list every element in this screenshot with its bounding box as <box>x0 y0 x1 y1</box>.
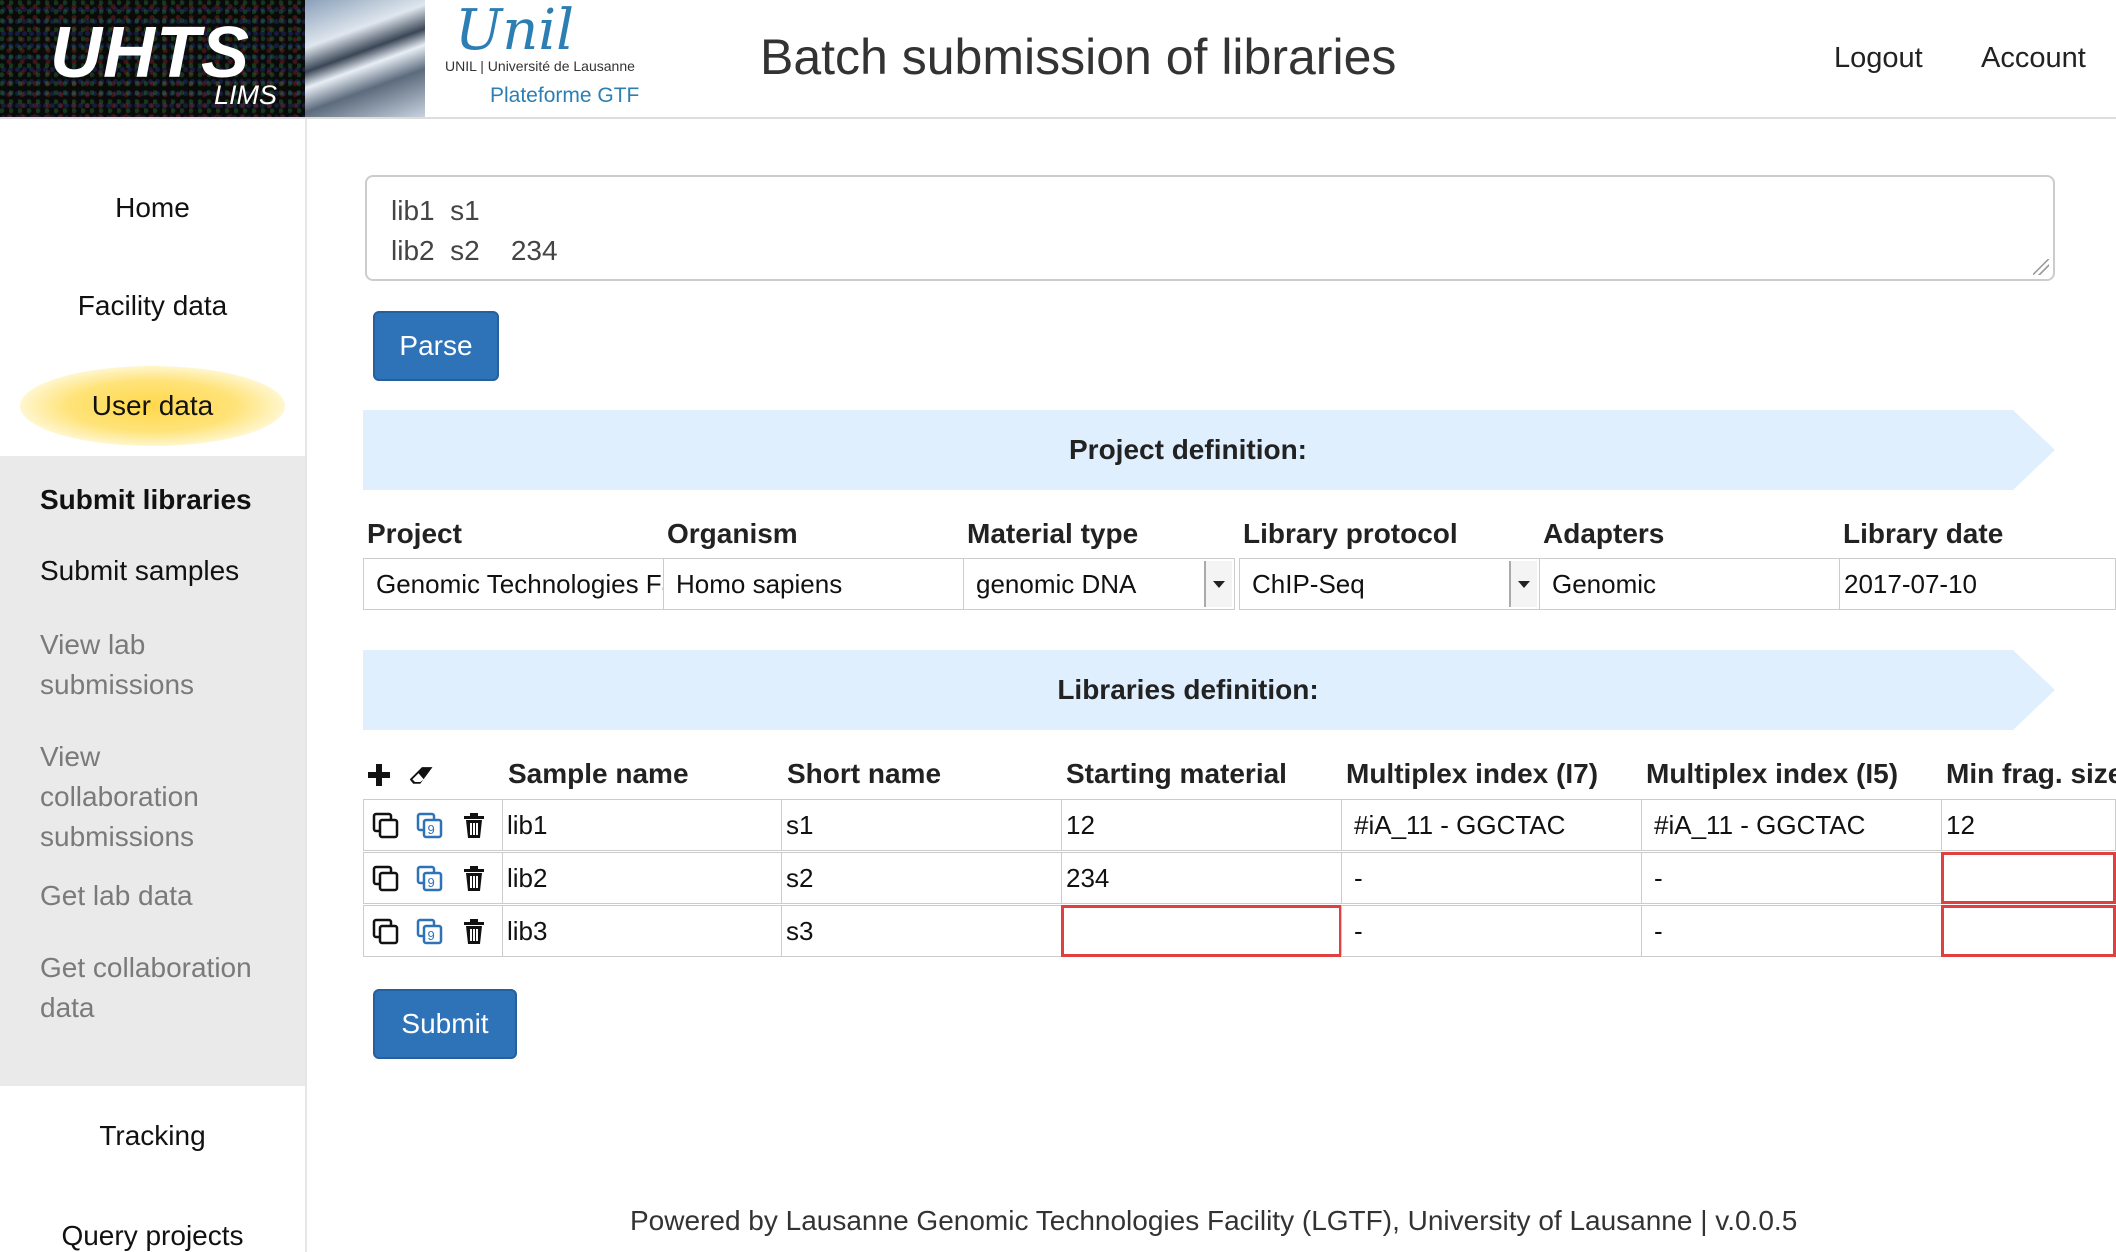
short-name-header: Short name <box>787 758 942 789</box>
trash-icon[interactable] <box>460 918 488 946</box>
short-name-cell[interactable]: s1 <box>781 799 1062 851</box>
min-frag-size-cell-invalid[interactable] <box>1941 852 2116 904</box>
subnav-submit-libraries[interactable]: Submit libraries <box>40 480 290 520</box>
project-header: Project <box>367 518 462 549</box>
trash-icon[interactable] <box>460 865 488 893</box>
dropdown-arrow-icon[interactable] <box>1509 561 1537 607</box>
material-type-header: Material type <box>967 518 1139 549</box>
min-frag-size-header: Min frag. size <box>1946 758 2116 789</box>
short-name-cell[interactable]: s2 <box>781 852 1062 904</box>
copy-icon[interactable] <box>372 918 400 946</box>
nav-user-data[interactable]: User data <box>0 356 305 456</box>
min-frag-size-cell[interactable]: 12 <box>1941 799 2116 851</box>
starting-material-header: Starting material <box>1066 758 1287 789</box>
nav-tracking[interactable]: Tracking <box>0 1120 305 1152</box>
material-type-value: genomic DNA <box>976 569 1137 599</box>
account-link[interactable]: Account <box>1981 42 2086 75</box>
footer: Powered by Lausanne Genomic Technologies… <box>630 1205 1798 1236</box>
sample-name-cell[interactable]: lib1 <box>502 799 782 851</box>
paste-icon[interactable]: 9 <box>416 865 444 893</box>
subnav-view-collaboration-submissions[interactable]: View collaboration submissions <box>40 737 250 857</box>
adapters-field[interactable]: Genomic <box>1539 558 1840 610</box>
logout-link[interactable]: Logout <box>1834 42 1923 75</box>
nav-user-data-label: User data <box>91 390 214 421</box>
paste-icon[interactable]: 9 <box>416 918 444 946</box>
i5-index-header: Multiplex index (I5) <box>1646 758 1899 789</box>
organism-header: Organism <box>667 518 798 549</box>
sample-name-cell[interactable]: lib3 <box>502 905 782 957</box>
i7-index-cell[interactable]: #iA_11 - GGCTAC <box>1341 799 1642 851</box>
svg-text:9: 9 <box>428 928 435 943</box>
i5-index-cell[interactable]: - <box>1641 905 1942 957</box>
row-actions: 9 <box>363 799 503 851</box>
copy-icon[interactable] <box>372 865 400 893</box>
library-date-field[interactable]: 2017-07-10 <box>1839 558 2116 610</box>
unil-script-text: Unil <box>455 0 575 63</box>
resize-handle-icon[interactable] <box>2033 259 2049 275</box>
unil-logo[interactable]: Unil UNIL | Université de Lausanne Plate… <box>440 0 650 117</box>
subnav-view-lab-submissions[interactable]: View lab submissions <box>40 625 290 705</box>
plus-icon[interactable] <box>365 761 393 789</box>
svg-text:9: 9 <box>428 875 435 890</box>
material-type-select[interactable]: genomic DNA <box>963 558 1235 610</box>
i7-index-header: Multiplex index (I7) <box>1346 758 1599 789</box>
batch-input-textarea[interactable]: lib1 s1 lib2 s2 234 <box>365 175 2055 281</box>
starting-material-cell-invalid[interactable] <box>1061 905 1342 957</box>
user-data-subnav: Submit libraries Submit samples View lab… <box>0 456 305 1086</box>
eraser-icon[interactable] <box>408 761 436 789</box>
copy-icon[interactable] <box>372 812 400 840</box>
starting-material-cell[interactable]: 234 <box>1061 852 1342 904</box>
sample-name-cell[interactable]: lib2 <box>502 852 782 904</box>
nav-home[interactable]: Home <box>0 192 305 224</box>
row-actions: 9 <box>363 852 503 904</box>
submit-button[interactable]: Submit <box>373 989 517 1059</box>
library-date-header: Library date <box>1843 518 2004 549</box>
row-actions: 9 <box>363 905 503 957</box>
i7-index-cell[interactable]: - <box>1341 905 1642 957</box>
sidebar: Home Facility data User data Submit libr… <box>0 119 307 1252</box>
nav-query-projects[interactable]: Query projects <box>0 1220 305 1252</box>
paste-icon[interactable]: 9 <box>416 812 444 840</box>
short-name-cell[interactable]: s3 <box>781 905 1062 957</box>
textarea-line: lib2 s2 234 <box>391 235 558 266</box>
project-definition-title: Project definition: <box>1069 434 1307 465</box>
i7-index-cell[interactable]: - <box>1341 852 1642 904</box>
nav-facility-data[interactable]: Facility data <box>0 290 305 322</box>
organism-field[interactable]: Homo sapiens <box>663 558 964 610</box>
header: UHTS LIMS Unil UNIL | Université de Laus… <box>0 0 2116 119</box>
library-protocol-select[interactable]: ChIP-Seq <box>1239 558 1540 610</box>
libraries-definition-title: Libraries definition: <box>1057 674 1319 705</box>
library-protocol-value: ChIP-Seq <box>1252 569 1365 599</box>
subnav-get-lab-data[interactable]: Get lab data <box>40 876 290 916</box>
trash-icon[interactable] <box>460 812 488 840</box>
lab-photo <box>305 0 425 117</box>
starting-material-cell[interactable]: 12 <box>1061 799 1342 851</box>
page-title: Batch submission of libraries <box>760 29 1397 85</box>
project-definition-banner: Project definition: <box>363 410 2055 490</box>
dropdown-arrow-icon[interactable] <box>1204 561 1232 607</box>
i5-index-cell[interactable]: #iA_11 - GGCTAC <box>1641 799 1942 851</box>
svg-text:9: 9 <box>428 822 435 837</box>
min-frag-size-cell-invalid[interactable] <box>1941 905 2116 957</box>
parse-button[interactable]: Parse <box>373 311 499 381</box>
textarea-line: lib1 s1 <box>391 195 480 226</box>
library-protocol-header: Library protocol <box>1243 518 1458 549</box>
libraries-definition-banner: Libraries definition: <box>363 650 2055 730</box>
i5-index-cell[interactable]: - <box>1641 852 1942 904</box>
subnav-submit-samples[interactable]: Submit samples <box>40 551 290 591</box>
unil-university-text: UNIL | Université de Lausanne <box>445 58 635 74</box>
subnav-get-collaboration-data[interactable]: Get collaboration data <box>40 948 290 1028</box>
project-field[interactable]: Genomic Technologies Facility <box>363 558 664 610</box>
unil-platform-text: Plateforme GTF <box>490 84 640 107</box>
uhts-logo[interactable]: UHTS LIMS <box>0 0 305 117</box>
adapters-header: Adapters <box>1543 518 1665 549</box>
sample-name-header: Sample name <box>508 758 689 789</box>
logo-sub-text: LIMS <box>213 80 277 110</box>
